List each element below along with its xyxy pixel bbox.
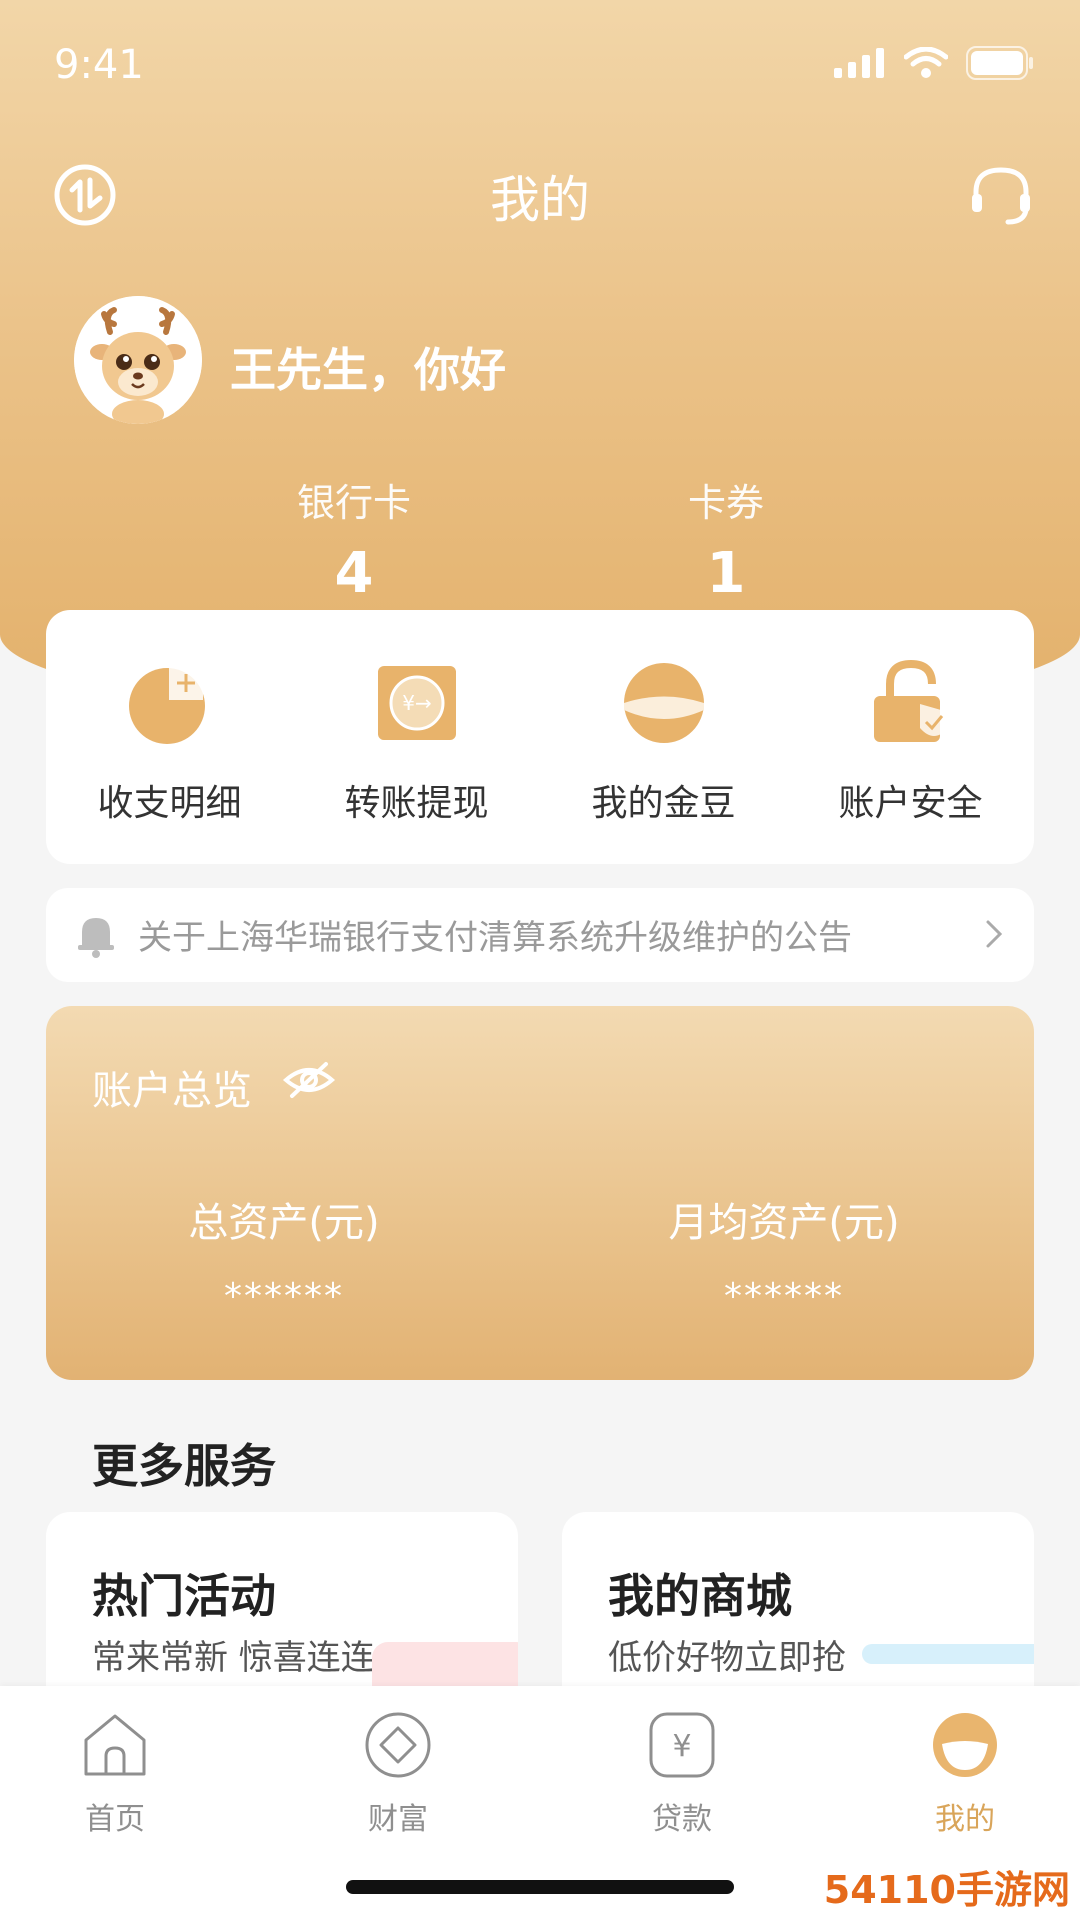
status-time: 9:41 [54, 42, 144, 88]
quick-action-label: 我的金豆 [591, 783, 736, 824]
service-card-title: 我的商城 [608, 1569, 792, 1623]
quick-action-label: 账户安全 [838, 783, 983, 824]
quick-action-income-expense[interactable]: 收支明细 [46, 610, 293, 864]
quick-actions-card: 收支明细 ¥→ 转账提现 我的金豆 账户安全 [46, 610, 1034, 864]
mall-illustration [862, 1644, 1034, 1664]
watermark: 54110手游网 [823, 1868, 1070, 1912]
svg-text:¥: ¥ [672, 1729, 691, 1764]
service-card-title: 热门活动 [92, 1569, 276, 1623]
page-title: 我的 [490, 171, 590, 229]
quick-action-gold-bean[interactable]: 我的金豆 [540, 610, 787, 864]
chevron-right-icon [986, 920, 1003, 948]
transfer-icon: ¥→ [377, 666, 456, 740]
profile-face-icon [933, 1713, 997, 1777]
signal-icon [834, 48, 884, 78]
deer-mascot-icon [74, 296, 202, 424]
service-card-subtitle: 常来常新 惊喜连连 [92, 1638, 375, 1678]
income-expense-icon [128, 666, 205, 744]
bell-icon [78, 918, 114, 958]
more-services-title: 更多服务 [92, 1439, 276, 1493]
stat-label: 银行卡 [296, 481, 411, 525]
stat-label: 卡券 [687, 481, 764, 525]
yen-icon: ¥ [649, 1712, 715, 1778]
wifi-icon [904, 47, 948, 78]
total-assets: 总资产(元) ****** [84, 1190, 484, 1317]
gold-bean-icon [623, 663, 704, 743]
total-assets-value: ****** [224, 1276, 344, 1317]
stat-coupons[interactable]: 卡券 1 [606, 472, 846, 606]
status-bar: 9:41 [54, 36, 1034, 92]
tab-wealth[interactable]: 财富 [313, 1710, 483, 1838]
quick-action-account-security[interactable]: 账户安全 [787, 610, 1034, 864]
stat-value: 4 [334, 541, 374, 606]
lock-icon [873, 660, 948, 742]
overview-title: 账户总览 [92, 1068, 252, 1114]
notice-bar[interactable]: 关于上海华瑞银行支付清算系统升级维护的公告 [46, 888, 1034, 982]
stat-bank-card[interactable]: 银行卡 4 [234, 472, 474, 606]
home-icon [84, 1714, 146, 1776]
monthly-assets-value: ****** [724, 1276, 844, 1317]
service-card-subtitle: 低价好物立即抢 [608, 1638, 846, 1678]
monthly-assets-label: 月均资产(元) [668, 1200, 900, 1246]
svg-text:¥→: ¥→ [402, 691, 431, 715]
eye-hidden-icon[interactable] [282, 1058, 336, 1102]
quick-action-label: 转账提现 [344, 783, 489, 824]
tab-label: 我的 [935, 1802, 995, 1837]
greeting-text: 王先生，你好 [230, 343, 506, 397]
monthly-assets: 月均资产(元) ****** [584, 1190, 984, 1317]
quick-action-transfer[interactable]: ¥→ 转账提现 [293, 610, 540, 864]
battery-icon [966, 46, 1033, 80]
headset-icon[interactable] [966, 160, 1036, 230]
tab-label: 贷款 [652, 1802, 712, 1837]
home-indicator [346, 1880, 734, 1894]
tab-label: 首页 [85, 1802, 145, 1837]
account-overview-card: 账户总览 总资产(元) ****** 月均资产(元) ****** [46, 1006, 1034, 1380]
stat-value: 1 [706, 541, 746, 606]
diamond-icon [365, 1712, 431, 1778]
notice-text: 关于上海华瑞银行支付清算系统升级维护的公告 [138, 918, 852, 958]
tab-loan[interactable]: ¥ 贷款 [597, 1710, 767, 1838]
tab-label: 财富 [368, 1802, 428, 1837]
avatar[interactable] [74, 296, 202, 424]
status-icons [834, 46, 1034, 80]
tab-mine[interactable]: 我的 [880, 1710, 1050, 1838]
tab-home[interactable]: 首页 [30, 1710, 200, 1838]
quick-action-label: 收支明细 [97, 783, 242, 824]
total-assets-label: 总资产(元) [188, 1200, 380, 1246]
